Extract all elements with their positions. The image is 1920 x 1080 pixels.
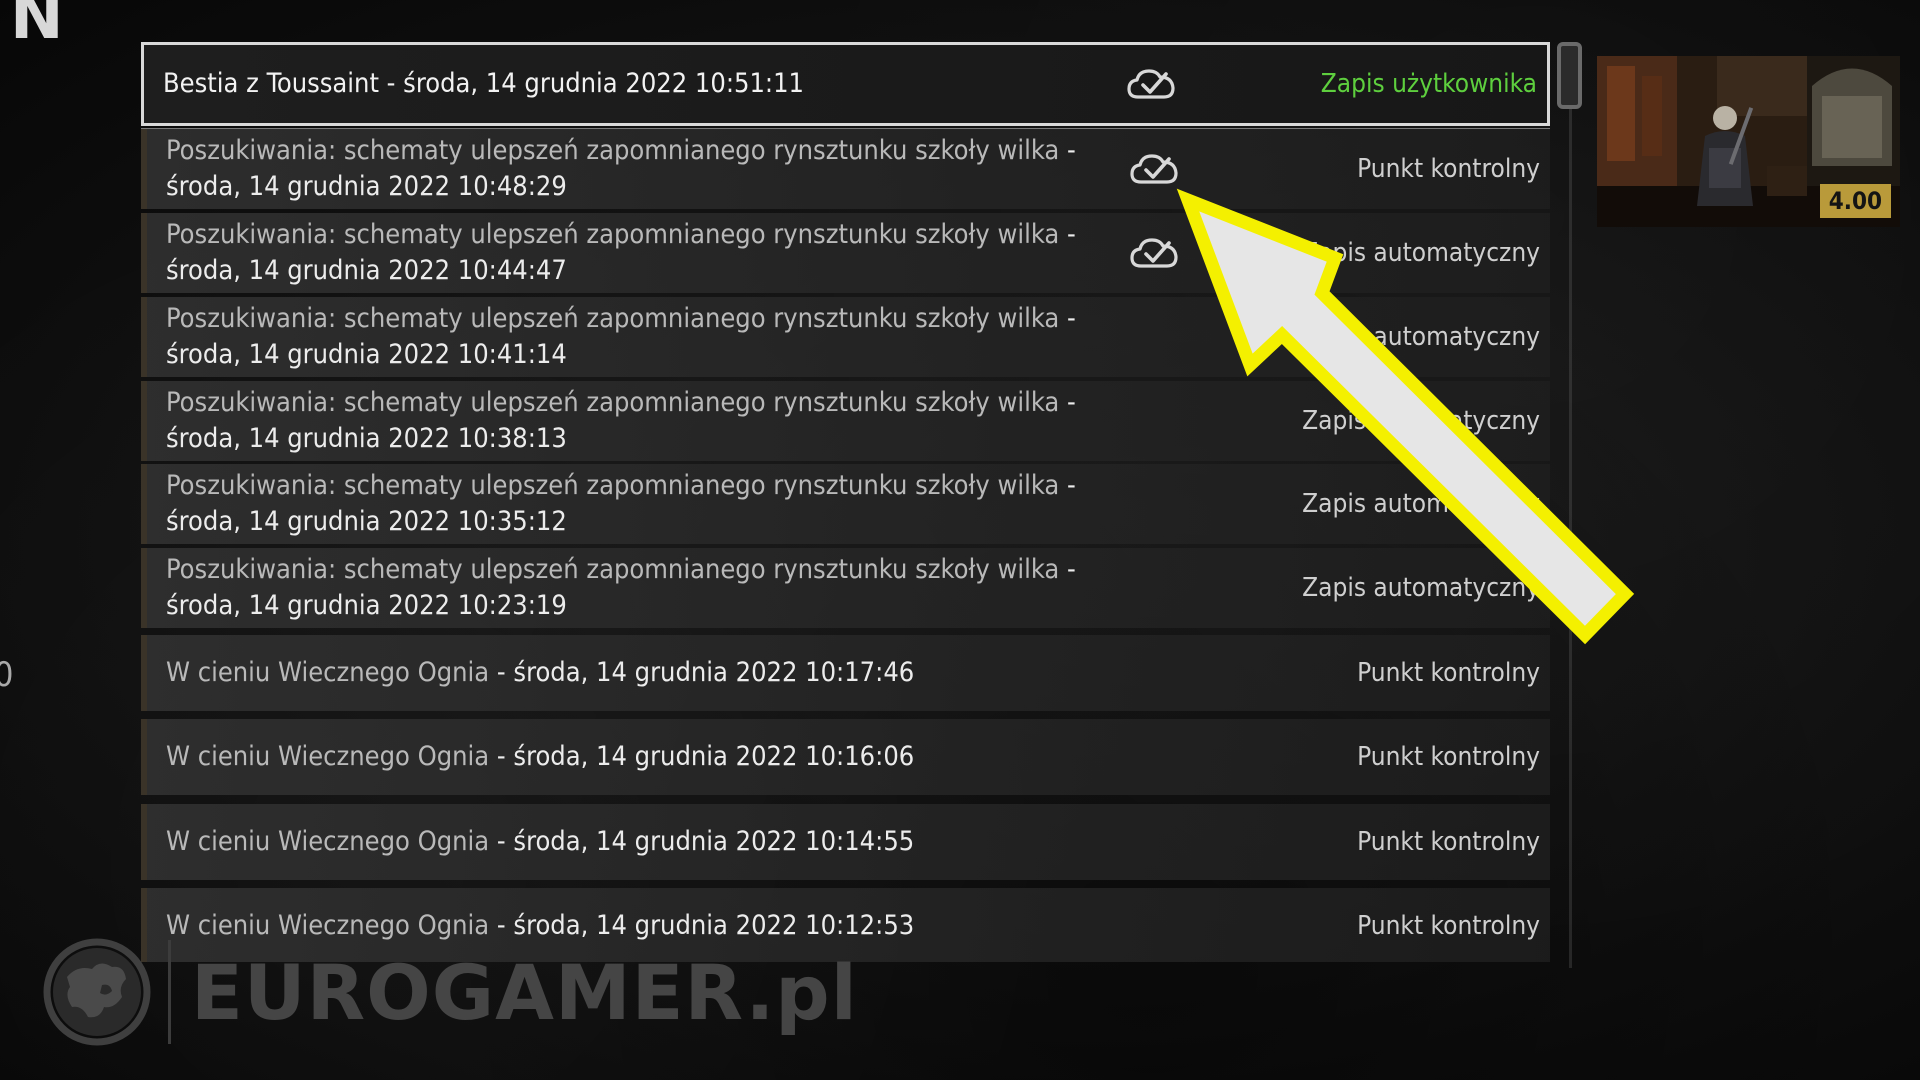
save-quest-name: Poszukiwania: schematy ulepszeń zapomnia… <box>166 219 1060 250</box>
save-type-label: Zapis automatyczny <box>1302 489 1540 519</box>
watermark-suffix: .pl <box>745 947 858 1037</box>
title-separator: - <box>1059 554 1076 585</box>
save-date: środa, 14 grudnia 2022 10:38:13 <box>166 423 567 454</box>
save-date: środa, 14 grudnia 2022 10:48:29 <box>166 171 567 202</box>
save-slot-row[interactable]: Poszukiwania: schematy ulepszeń zapomnia… <box>141 297 1550 377</box>
save-quest-name: Poszukiwania: schematy ulepszeń zapomnia… <box>166 135 1060 166</box>
eurogamer-watermark: EUROGAMER.pl <box>42 937 858 1047</box>
save-slot-title: Poszukiwania: schematy ulepszeń zapomnia… <box>166 468 1086 540</box>
save-slot-title: W cieniu Wiecznego Ognia - środa, 14 gru… <box>166 824 1086 860</box>
save-slot-row[interactable]: Poszukiwania: schematy ulepszeń zapomnia… <box>141 213 1550 293</box>
save-quest-name: Bestia z Toussaint <box>163 68 379 99</box>
title-separator: - <box>489 657 514 688</box>
save-date: środa, 14 grudnia 2022 10:17:46 <box>513 657 915 688</box>
save-date: środa, 14 grudnia 2022 10:41:14 <box>166 339 567 370</box>
save-slot-row[interactable]: Poszukiwania: schematy ulepszeń zapomnia… <box>141 464 1550 544</box>
save-quest-name: Poszukiwania: schematy ulepszeń zapomnia… <box>166 387 1060 418</box>
title-separator: - <box>1059 135 1076 166</box>
save-thumbnail: 4.00 <box>1597 56 1900 227</box>
globe-icon <box>43 938 151 1046</box>
save-slot-title: Poszukiwania: schematy ulepszeń zapomnia… <box>166 133 1086 205</box>
save-type-label: Zapis automatyczny <box>1302 573 1540 603</box>
save-date: środa, 14 grudnia 2022 10:44:47 <box>166 255 567 286</box>
cloud-check-icon <box>1129 151 1179 187</box>
title-separator: - <box>489 741 514 772</box>
save-load-screen: N 0 Bestia z Toussaint - środa, 14 grudn… <box>0 0 1920 1080</box>
save-type-label: Zapis automatyczny <box>1302 238 1540 268</box>
save-type-label: Punkt kontrolny <box>1357 827 1540 857</box>
save-type-label: Punkt kontrolny <box>1357 154 1540 184</box>
watermark-divider <box>168 940 171 1044</box>
save-slot-row[interactable]: Poszukiwania: schematy ulepszeń zapomnia… <box>141 381 1550 461</box>
save-slot-row[interactable]: Poszukiwania: schematy ulepszeń zapomnia… <box>141 548 1550 628</box>
scrollbar-track[interactable] <box>1569 108 1572 968</box>
title-separator: - <box>378 68 404 99</box>
save-date: środa, 14 grudnia 2022 10:35:12 <box>166 506 567 537</box>
save-type-label: Punkt kontrolny <box>1357 911 1540 941</box>
save-date: środa, 14 grudnia 2022 10:14:55 <box>513 826 915 857</box>
title-separator: - <box>1059 303 1076 334</box>
left-edge-glyph: 0 <box>0 655 14 695</box>
save-quest-name: Poszukiwania: schematy ulepszeń zapomnia… <box>166 470 1060 501</box>
cloud-check-icon <box>1129 235 1179 271</box>
save-slot-title: Poszukiwania: schematy ulepszeń zapomnia… <box>166 301 1086 373</box>
cloud-check-icon <box>1126 66 1176 102</box>
save-type-label: Zapis użytkownika <box>1320 69 1537 99</box>
watermark-brand: EUROGAMER <box>191 947 746 1037</box>
watermark-text: EUROGAMER.pl <box>191 948 858 1037</box>
title-separator: - <box>489 826 514 857</box>
save-slot-title: Poszukiwania: schematy ulepszeń zapomnia… <box>166 385 1086 457</box>
save-quest-name: Poszukiwania: schematy ulepszeń zapomnia… <box>166 303 1060 334</box>
version-badge: 4.00 <box>1819 184 1891 218</box>
save-type-label: Zapis automatyczny <box>1302 322 1540 352</box>
save-quest-name: Poszukiwania: schematy ulepszeń zapomnia… <box>166 554 1060 585</box>
title-separator: - <box>1059 470 1076 501</box>
save-type-label: Punkt kontrolny <box>1357 742 1540 772</box>
corner-logo: N <box>10 0 64 54</box>
save-slot-title: W cieniu Wiecznego Ognia - środa, 14 gru… <box>166 655 1086 691</box>
save-date: środa, 14 grudnia 2022 10:16:06 <box>513 741 915 772</box>
title-separator: - <box>1059 219 1076 250</box>
save-quest-name: W cieniu Wiecznego Ognia <box>166 826 490 857</box>
save-type-label: Punkt kontrolny <box>1357 658 1540 688</box>
save-quest-name: W cieniu Wiecznego Ognia <box>166 741 490 772</box>
save-slot-title: Bestia z Toussaint - środa, 14 grudnia 2… <box>163 66 1083 102</box>
save-slot-row[interactable]: W cieniu Wiecznego Ognia - środa, 14 gru… <box>141 804 1550 880</box>
save-slot-row[interactable]: W cieniu Wiecznego Ognia - środa, 14 gru… <box>141 635 1550 711</box>
save-slot-row[interactable]: W cieniu Wiecznego Ognia - środa, 14 gru… <box>141 719 1550 795</box>
title-separator: - <box>1059 387 1076 418</box>
save-slot-title: Poszukiwania: schematy ulepszeń zapomnia… <box>166 217 1086 289</box>
save-quest-name: W cieniu Wiecznego Ognia <box>166 657 490 688</box>
scrollbar-thumb[interactable] <box>1557 42 1582 109</box>
save-slot-row[interactable]: Poszukiwania: schematy ulepszeń zapomnia… <box>141 129 1550 209</box>
save-slot-title: W cieniu Wiecznego Ognia - środa, 14 gru… <box>166 739 1086 775</box>
save-date: środa, 14 grudnia 2022 10:23:19 <box>166 590 567 621</box>
save-date: środa, 14 grudnia 2022 10:51:11 <box>403 68 804 99</box>
save-slot-title: Poszukiwania: schematy ulepszeń zapomnia… <box>166 552 1086 624</box>
save-slot-row[interactable]: Bestia z Toussaint - środa, 14 grudnia 2… <box>141 40 1550 129</box>
save-list: Bestia z Toussaint - środa, 14 grudnia 2… <box>141 40 1550 962</box>
save-type-label: Zapis automatyczny <box>1302 406 1540 436</box>
